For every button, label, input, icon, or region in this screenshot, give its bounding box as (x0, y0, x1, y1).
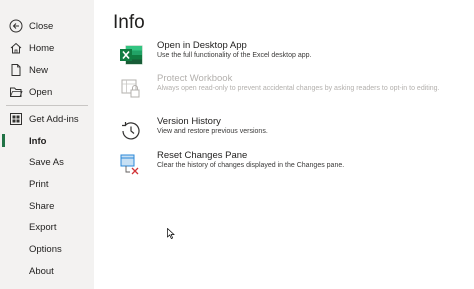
nav-new-label: New (29, 64, 49, 76)
protect-workbook-description: Always open read-only to prevent acciden… (157, 85, 440, 92)
excel-desktop-icon (118, 42, 144, 68)
open-in-desktop-app-button[interactable]: Open in Desktop App Use the full functio… (118, 40, 458, 70)
nav-save-as-label: Save As (29, 156, 64, 168)
reset-changes-icon (118, 152, 144, 178)
nav-export-label: Export (29, 221, 57, 233)
version-history-button[interactable]: Version History View and restore previou… (118, 116, 458, 146)
version-history-icon (118, 118, 144, 144)
nav-home[interactable]: Home (0, 38, 94, 58)
version-history-title: Version History (157, 116, 221, 127)
nav-share-label: Share (29, 200, 55, 212)
backstage-sidebar: Close Home New Open Get Add-ins Info Sav… (0, 0, 94, 289)
nav-options[interactable]: Options (0, 239, 94, 259)
nav-export[interactable]: Export (0, 217, 94, 237)
protect-workbook-icon (118, 75, 144, 101)
version-history-description: View and restore previous versions. (157, 128, 268, 135)
nav-about-label: About (29, 265, 54, 277)
folder-open-icon (9, 85, 23, 99)
nav-info-label: Info (29, 135, 47, 147)
nav-open[interactable]: Open (0, 82, 94, 102)
nav-print-label: Print (29, 178, 49, 190)
nav-info[interactable]: Info (0, 131, 94, 151)
reset-changes-pane-description: Clear the history of changes displayed i… (157, 162, 345, 169)
nav-about[interactable]: About (0, 261, 94, 281)
nav-open-label: Open (29, 86, 53, 98)
nav-print[interactable]: Print (0, 174, 94, 194)
nav-close[interactable]: Close (0, 16, 94, 36)
back-arrow-icon (9, 19, 23, 33)
grid-addins-icon (9, 112, 23, 126)
nav-new[interactable]: New (0, 60, 94, 80)
new-document-icon (9, 63, 23, 77)
protect-workbook-title: Protect Workbook (157, 73, 233, 84)
nav-get-addins[interactable]: Get Add-ins (0, 109, 94, 129)
sidebar-divider (6, 105, 88, 106)
protect-workbook-button: Protect Workbook Always open read-only t… (118, 73, 458, 103)
home-icon (9, 41, 23, 55)
mouse-cursor-icon (167, 228, 175, 239)
nav-home-label: Home (29, 42, 55, 54)
open-in-desktop-app-title: Open in Desktop App (157, 40, 247, 51)
nav-options-label: Options (29, 243, 62, 255)
nav-share[interactable]: Share (0, 196, 94, 216)
reset-changes-pane-title: Reset Changes Pane (157, 150, 248, 161)
open-in-desktop-app-description: Use the full functionality of the Excel … (157, 52, 312, 59)
page-title: Info (113, 12, 145, 33)
reset-changes-pane-button[interactable]: Reset Changes Pane Clear the history of … (118, 150, 458, 180)
nav-save-as[interactable]: Save As (0, 152, 94, 172)
nav-get-addins-label: Get Add-ins (29, 113, 79, 125)
nav-close-label: Close (29, 20, 54, 32)
